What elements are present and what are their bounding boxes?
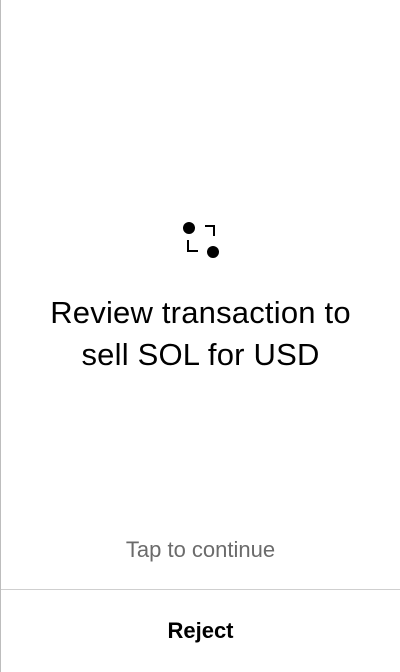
review-screen: Review transaction to sell SOL for USD T…	[0, 0, 400, 672]
page-title: Review transaction to sell SOL for USD	[1, 292, 400, 376]
reject-button-label: Reject	[167, 618, 234, 643]
tap-to-continue-hint: Tap to continue	[125, 537, 276, 562]
tap-to-continue-area[interactable]: Review transaction to sell SOL for USD T…	[1, 0, 400, 589]
title-line-2: sell SOL for USD	[81, 337, 320, 372]
swap-icon	[183, 222, 219, 258]
reject-button[interactable]: Reject	[1, 590, 400, 672]
title-line-1: Review transaction to	[50, 295, 351, 330]
